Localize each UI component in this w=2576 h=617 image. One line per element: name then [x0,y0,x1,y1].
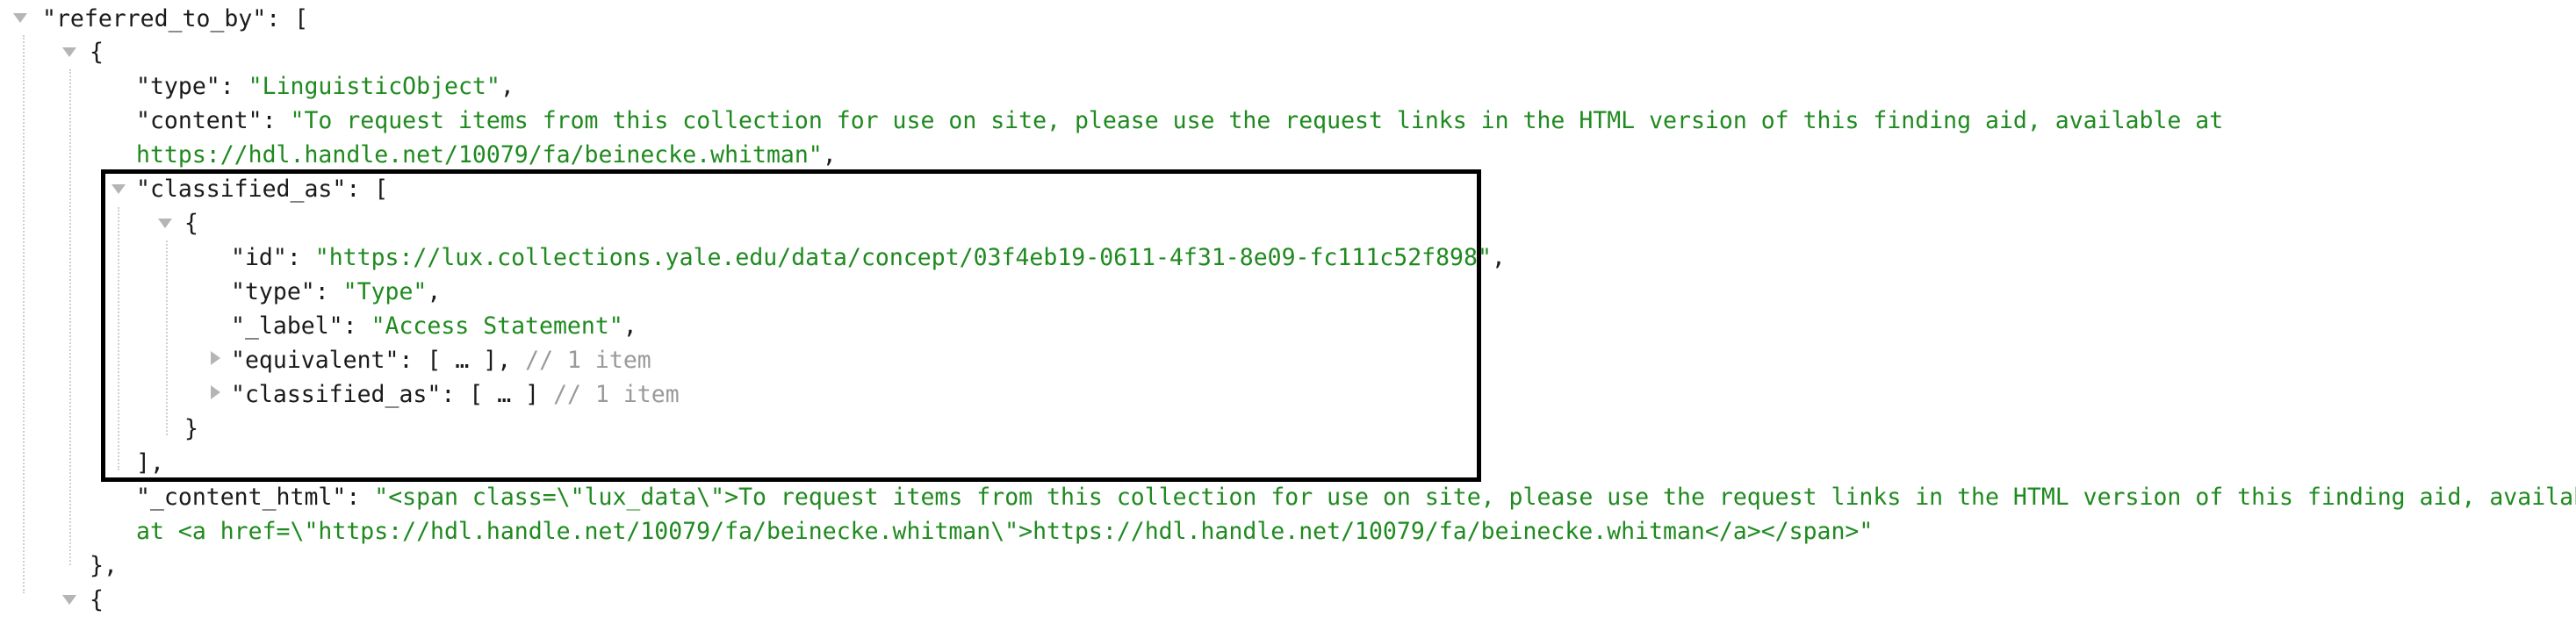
expanded-triangle-icon[interactable] [62,47,76,57]
collapsed-ellipsis[interactable]: … [497,381,511,408]
indent-guide-level1 [23,35,25,593]
json-row-type: "type": "Type", [231,278,442,305]
expanded-triangle-icon[interactable] [13,13,27,23]
json-string-value: "To request items from this collection f… [290,107,2224,134]
expanded-triangle-icon[interactable] [158,219,172,228]
json-string-value: "LinguisticObject" [248,73,500,100]
item-count-comment: // 1 item [553,381,680,408]
json-row-content: "content": "To request items from this c… [136,107,2224,134]
json-row-classified-as: "classified_as": [ [136,176,389,203]
json-row-object-close: }, [90,552,118,579]
json-row-id: "id": "https://lux.collections.yale.edu/… [231,244,1506,271]
json-key: "referred_to_by" [42,5,267,32]
expanded-triangle-icon[interactable] [112,184,126,194]
collapsed-ellipsis[interactable]: … [455,347,469,374]
json-string-value: "https://lux.collections.yale.edu/data/c… [314,244,1492,271]
item-count-comment: // 1 item [525,347,651,374]
json-row-array-close: ], [136,449,164,477]
indent-guide-level2 [69,69,71,565]
json-row-type: "type": "LinguisticObject", [136,73,514,100]
json-row-content-continued: https://hdl.handle.net/10079/fa/beinecke… [136,141,837,169]
collapsed-triangle-icon[interactable] [211,351,220,365]
json-row-object-open: { [184,210,198,237]
json-row-content-html-continued: at <a href=\"https://hdl.handle.net/1007… [136,518,1874,545]
json-string-value: "<span class=\"lux_data\">To request ite… [374,484,2576,511]
json-row-object-open: { [90,586,104,613]
json-row-label: "_label": "Access Statement", [231,312,637,340]
json-row-object-close: } [184,415,198,442]
expanded-triangle-icon[interactable] [62,595,76,605]
json-row-equivalent: "equivalent": [ … ], // 1 item [231,347,651,374]
json-row-classified-as-nested: "classified_as": [ … ] // 1 item [231,381,680,408]
json-row-referred-to-by: "referred_to_by": [ [42,5,309,32]
collapsed-triangle-icon[interactable] [211,385,220,399]
json-row-object-open: { [90,39,104,66]
json-row-content-html: "_content_html": "<span class=\"lux_data… [136,480,2576,514]
